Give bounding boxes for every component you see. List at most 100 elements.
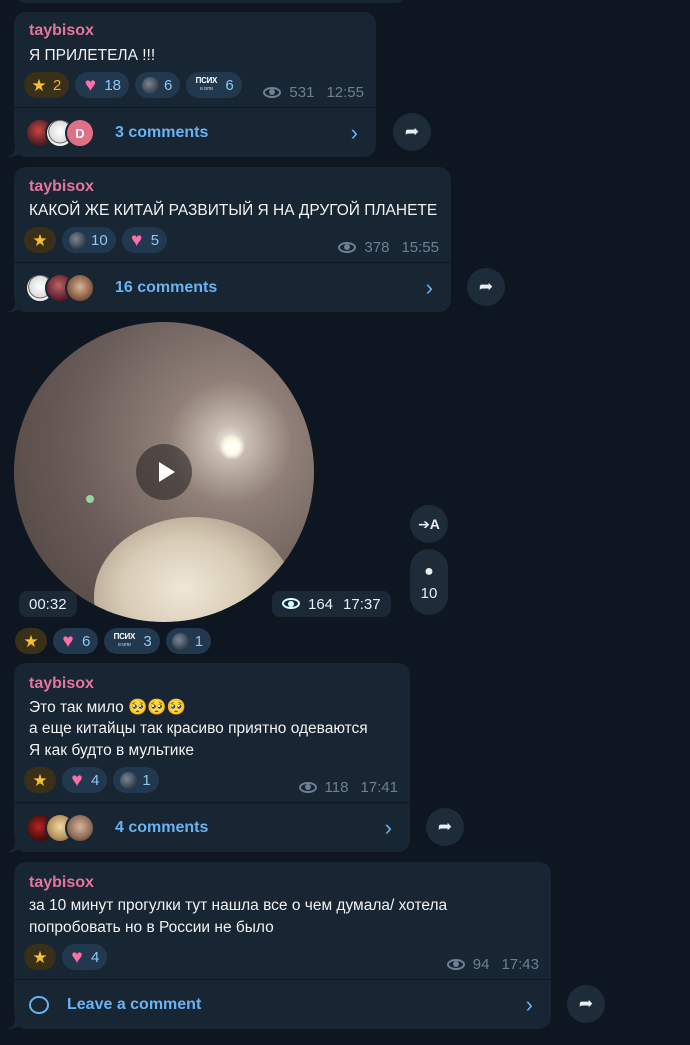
share-arrow-icon[interactable]: ➦ [426,808,464,846]
eye-icon [446,958,467,971]
translate-button[interactable]: ➔A [410,505,448,543]
reaction-count: 5 [150,231,160,249]
star-icon: ★ [32,230,48,250]
chevron-right-icon: › [384,815,392,840]
reaction-heart[interactable]: ♥ 5 [121,227,168,253]
eye-icon [282,598,302,610]
comments-link[interactable]: 16 comments › [14,263,451,313]
view-count: 531 [289,84,315,101]
star-icon: ★ [32,947,48,967]
leave-comment-label[interactable]: Leave a comment [67,996,201,1014]
video-light-spot [219,434,245,460]
message-text: Я ПРИЛЕТЕЛА !!! [29,47,156,64]
message-bubble[interactable]: taybisox Я ПРИЛЕТЕЛА !!! ★ 2 ♥ 18 6 ПСИХ в … [1,12,376,158]
eye-icon [298,781,319,794]
star-icon: ★ [31,75,47,95]
message-time: 12:55 [326,84,364,101]
moon-icon [141,76,159,94]
message-text: Я как будто в мультике [29,742,195,759]
reaction-star[interactable]: ★ 2 [24,72,70,98]
star-icon: ★ [32,770,48,790]
message-author[interactable]: taybisox [29,874,94,892]
heart-icon: ♥ [71,769,83,791]
reaction-moon[interactable]: 1 [113,767,159,793]
reaction-heart[interactable]: ♥ 4 [62,767,108,793]
heart-icon: ♥ [84,74,96,96]
reaction-psih[interactable]: ПСИХ в сети 6 [186,72,242,98]
comments-count-label[interactable]: 4 comments [115,819,208,837]
message-meta: 531 12:55 [263,84,364,101]
avatar: D [65,118,95,148]
message-author[interactable]: taybisox [29,178,94,196]
reactions-bar: ★ ♥ 4 [24,944,108,970]
comments-count-label[interactable]: 16 comments [115,279,217,297]
video-hair [94,517,294,622]
reactions-bar: ★ ♥ 6 ПСИХ в сети 3 1 [15,628,212,654]
speech-bubble-icon: ● [424,562,434,580]
message-bubble[interactable]: taybisox КАКОЙ ЖЕ КИТАЙ РАЗВИТЫЙ Я НА ДР… [1,167,451,313]
leave-comment-link[interactable]: Leave a comment › [14,980,551,1030]
reaction-heart[interactable]: ♥ 4 [62,944,108,970]
moon-icon [119,771,137,789]
message-text: КАКОЙ ЖЕ КИТАЙ РАЗВИТЫЙ Я НА ДРУГОЙ ПЛАН… [29,202,438,219]
message-bubble[interactable]: taybisox за 10 минут прогулки тут нашла … [1,862,551,1030]
moon-icon [68,231,86,249]
translate-icon: ➔A [418,515,440,532]
video-duration: 00:32 [19,591,77,617]
reaction-moon[interactable]: 1 [165,628,212,654]
moon-icon [172,632,190,650]
video-meta: 164 17:37 [272,591,391,617]
reaction-heart[interactable]: ♥ 18 [75,72,130,98]
reaction-star[interactable]: ★ [24,944,56,970]
reaction-moon[interactable]: 6 [135,72,181,98]
reaction-count: 6 [164,76,173,94]
commenter-avatars [25,813,95,843]
message-meta: 378 15:55 [338,239,439,256]
reaction-count: 4 [91,771,100,789]
reaction-star[interactable]: ★ [24,227,56,253]
heart-icon: ♥ [62,630,74,652]
share-arrow-icon[interactable]: ➦ [567,985,605,1023]
message-text: а еще китайцы так красиво приятно одеваю… [29,720,368,737]
message-meta: 118 17:41 [298,779,398,796]
comment-bubble-icon [29,996,49,1014]
view-count: 378 [364,239,390,256]
reaction-count: 3 [143,632,152,650]
message-text: попробовать но в России не было [29,919,274,936]
share-arrow-icon[interactable]: ➦ [393,113,431,151]
avatar [65,273,95,303]
reaction-star[interactable]: ★ [24,767,56,793]
share-arrow-icon[interactable]: ➦ [467,268,505,306]
heart-icon: ♥ [131,229,143,251]
message-bubble[interactable]: taybisox Это так мило 🥺🥺🥺 а еще китайцы … [1,663,410,853]
commenter-avatars: D [25,118,95,148]
chevron-right-icon: › [425,275,433,300]
reaction-count: 1 [142,771,151,789]
reaction-star[interactable]: ★ [15,628,47,654]
message-meta: 94 17:43 [446,956,539,973]
play-icon[interactable] [136,444,192,500]
reaction-count: 1 [194,632,204,650]
message-time: 15:55 [401,239,439,256]
previous-message-edge [16,0,406,3]
psih-sticker-icon: ПСИХ в сети [113,632,136,649]
video-green-dot [86,495,94,503]
message-time: 17:37 [343,595,381,613]
comment-count: 10 [420,584,438,602]
view-count: 94 [472,956,490,973]
reactions-bar: ★ ♥ 4 1 [24,767,159,793]
video-comments-button[interactable]: ● 10 [410,549,448,615]
message-text: Это так мило 🥺🥺🥺 [29,699,186,716]
eye-icon [338,241,358,254]
reaction-psih[interactable]: ПСИХ в сети 3 [104,628,160,654]
message-time: 17:41 [360,779,398,796]
commenter-avatars [25,273,95,303]
message-author[interactable]: taybisox [29,675,94,693]
comments-link[interactable]: 4 comments › [14,803,410,853]
comments-link[interactable]: D 3 comments › [14,108,376,158]
message-author[interactable]: taybisox [29,22,94,40]
reaction-heart[interactable]: ♥ 6 [53,628,99,654]
comments-count-label[interactable]: 3 comments [115,124,208,142]
reaction-moon[interactable]: 10 [62,227,116,253]
round-video-message[interactable] [14,322,314,622]
